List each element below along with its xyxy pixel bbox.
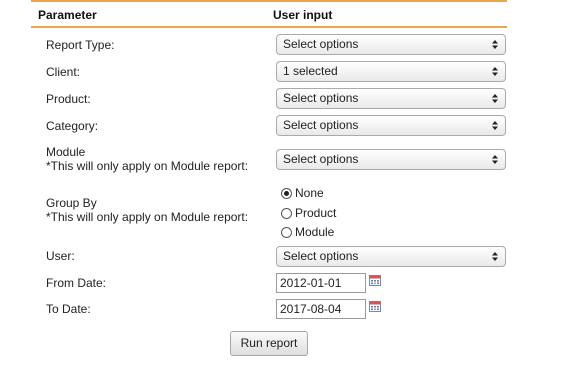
report-type-value: Select options bbox=[283, 37, 359, 51]
group-by-module-label: Module bbox=[295, 225, 335, 239]
radio-icon[interactable] bbox=[281, 227, 292, 238]
client-value: 1 selected bbox=[283, 64, 338, 78]
to-date-input[interactable]: 2017-08-04 bbox=[276, 299, 366, 319]
header-user-input: User input bbox=[273, 8, 333, 22]
category-value: Select options bbox=[283, 118, 359, 132]
group-by-product-option[interactable]: Product bbox=[281, 206, 336, 220]
updown-arrow-icon bbox=[492, 67, 498, 76]
category-label: Category: bbox=[46, 119, 99, 133]
calendar-icon[interactable] bbox=[369, 300, 381, 312]
from-date-input[interactable]: 2012-01-01 bbox=[276, 273, 366, 293]
to-date-label: To Date: bbox=[46, 302, 91, 316]
module-value: Select options bbox=[283, 152, 359, 166]
module-note: *This will only apply on Module report: bbox=[46, 159, 249, 173]
run-report-button[interactable]: Run report bbox=[230, 331, 308, 356]
client-label: Client: bbox=[46, 65, 81, 79]
group-by-none-option[interactable]: None bbox=[281, 186, 324, 200]
updown-arrow-icon bbox=[492, 40, 498, 49]
report-type-select[interactable]: Select options bbox=[276, 34, 506, 55]
category-select[interactable]: Select options bbox=[276, 115, 506, 136]
calendar-icon[interactable] bbox=[369, 274, 381, 286]
group-by-product-label: Product bbox=[295, 206, 337, 220]
user-label: User: bbox=[46, 249, 75, 263]
updown-arrow-icon bbox=[492, 252, 498, 261]
product-value: Select options bbox=[283, 91, 359, 105]
user-select[interactable]: Select options bbox=[276, 246, 506, 267]
client-select[interactable]: 1 selected bbox=[276, 61, 506, 82]
updown-arrow-icon bbox=[492, 94, 498, 103]
module-label: Module bbox=[46, 145, 86, 159]
group-by-none-label: None bbox=[295, 186, 324, 200]
module-select[interactable]: Select options bbox=[276, 149, 506, 170]
updown-arrow-icon bbox=[492, 121, 498, 130]
product-label: Product: bbox=[46, 92, 91, 106]
updown-arrow-icon bbox=[492, 155, 498, 164]
radio-selected-icon[interactable] bbox=[281, 188, 292, 199]
header-parameter: Parameter bbox=[38, 8, 97, 22]
table-header bbox=[31, 0, 507, 28]
radio-icon[interactable] bbox=[281, 208, 292, 219]
user-value: Select options bbox=[283, 249, 359, 263]
from-date-label: From Date: bbox=[46, 276, 107, 290]
product-select[interactable]: Select options bbox=[276, 88, 506, 109]
report-type-label: Report Type: bbox=[46, 38, 115, 52]
group-by-module-option[interactable]: Module bbox=[281, 225, 334, 239]
group-by-note: *This will only apply on Module report: bbox=[46, 210, 249, 224]
group-by-label: Group By bbox=[46, 196, 97, 210]
